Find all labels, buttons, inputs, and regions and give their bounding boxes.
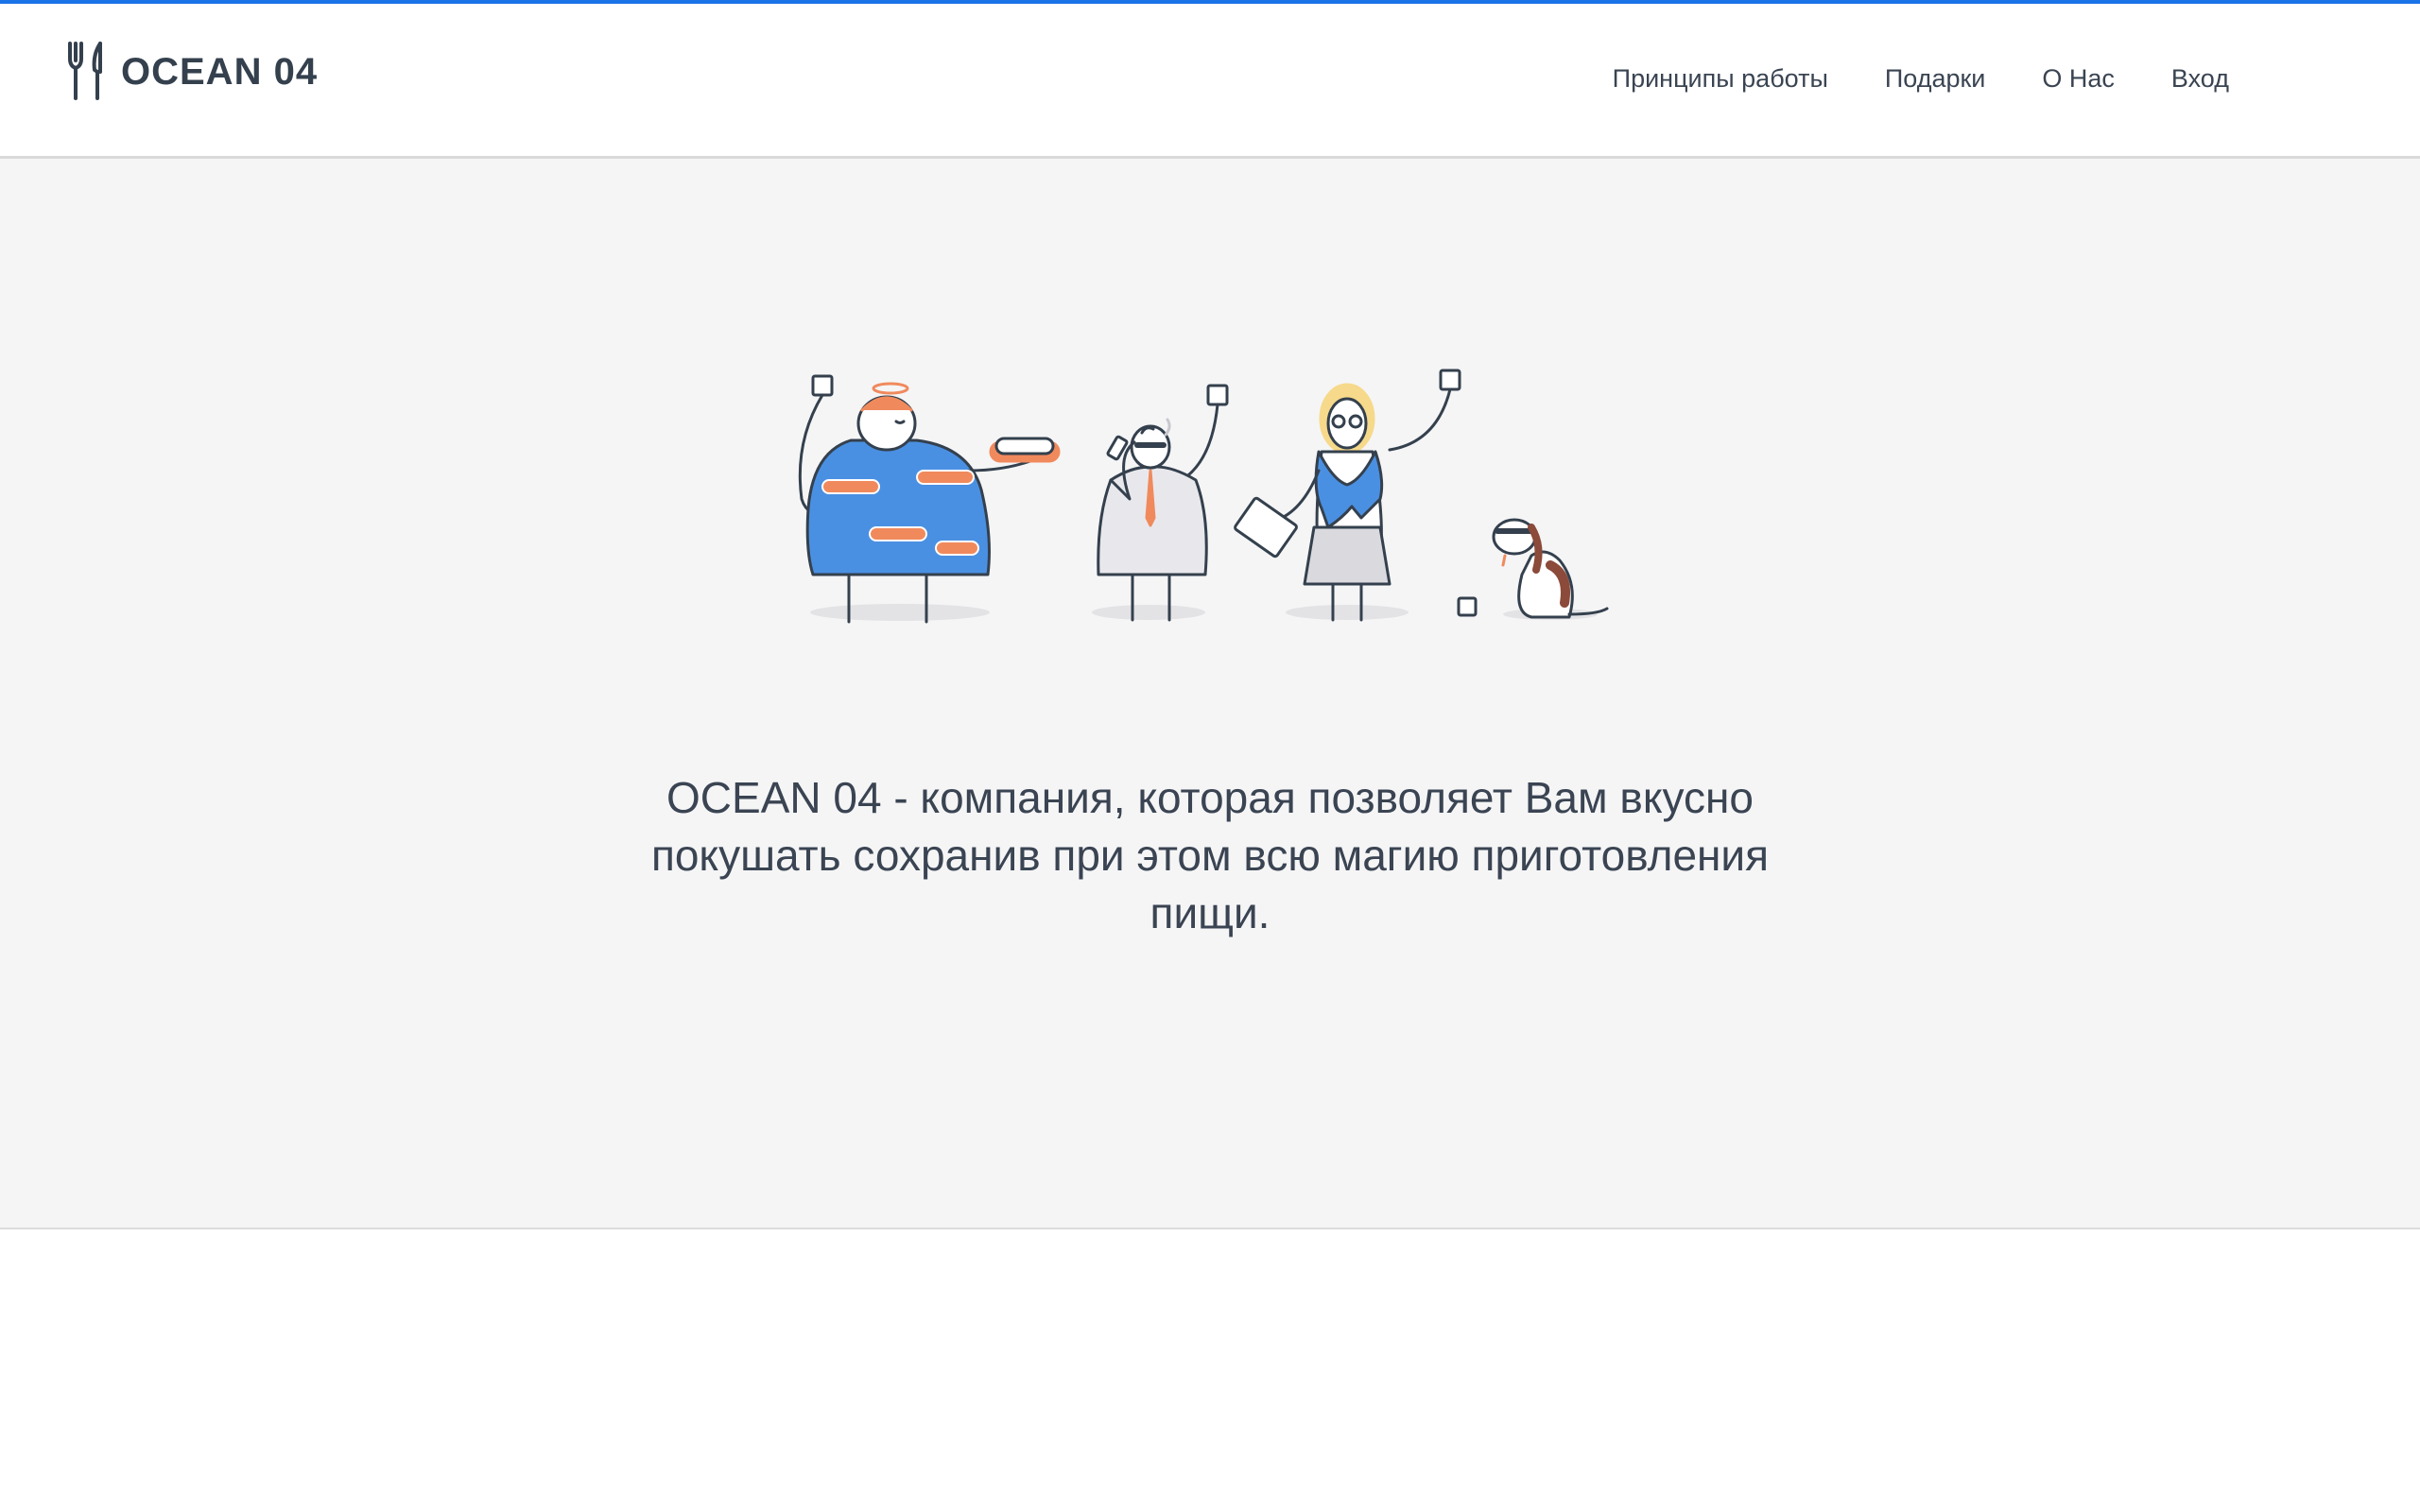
nav-link-principles[interactable]: Принципы работы [1613, 64, 1828, 94]
figure-hotdog-person [798, 374, 1061, 624]
logo-link[interactable]: OCEAN 04 [66, 42, 318, 102]
fork-knife-icon [68, 42, 102, 100]
nav-link-gifts[interactable]: Подарки [1885, 64, 1986, 94]
dog-figure [1457, 518, 1609, 619]
page-bottom-area [0, 1229, 2420, 1512]
figure-businessman [1097, 384, 1229, 622]
nav-link-login[interactable]: Вход [2171, 64, 2229, 94]
people-and-dog-illustration [798, 369, 1609, 624]
nav-link-about[interactable]: О Нас [2042, 64, 2115, 94]
main-nav: Принципы работы Подарки О Нас Вход [1613, 64, 2229, 94]
brand-name: OCEAN 04 [121, 50, 319, 93]
site-header: OCEAN 04 Принципы работы Подарки О Нас В… [0, 4, 2420, 159]
figure-woman-scarf [1234, 369, 1461, 622]
hero-tagline: OCEAN 04 - компания, которая позволяет В… [650, 773, 1770, 937]
hero-section: OCEAN 04 - компания, которая позволяет В… [0, 159, 2420, 1229]
